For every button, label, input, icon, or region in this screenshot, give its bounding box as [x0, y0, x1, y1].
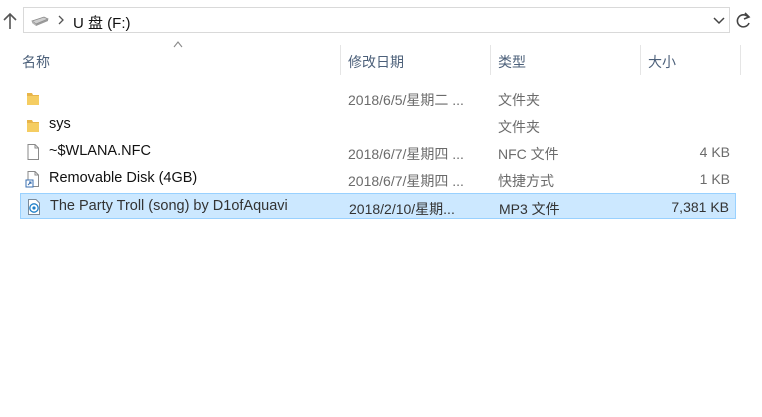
column-header-name-label: 名称	[22, 54, 50, 70]
address-path[interactable]: U 盘 (F:)	[73, 12, 131, 33]
file-icon	[27, 144, 39, 160]
file-date: 2018/6/7/星期四 ...	[348, 146, 464, 162]
file-name: The Party Troll (song) by D1ofAquavi	[50, 198, 288, 214]
column-header-size-label: 大小	[648, 54, 676, 70]
column-header-date-label: 修改日期	[348, 54, 404, 70]
file-row[interactable]: sys 文件夹	[20, 112, 736, 138]
column-header-date[interactable]: 修改日期	[341, 45, 491, 75]
file-type: NFC 文件	[498, 146, 559, 162]
column-header-type-label: 类型	[498, 54, 526, 70]
file-date: 2018/6/5/星期二 ...	[348, 92, 464, 108]
file-row-selected[interactable]: The Party Troll (song) by D1ofAquavi 201…	[20, 193, 736, 219]
audio-file-icon	[28, 199, 40, 215]
column-header-size[interactable]: 大小	[641, 45, 741, 75]
usb-drive-icon	[31, 16, 49, 26]
file-type: 文件夹	[498, 92, 540, 108]
column-header-type[interactable]: 类型	[491, 45, 641, 75]
file-row[interactable]: Removable Disk (4GB) 2018/6/7/星期四 ... 快捷…	[20, 166, 736, 192]
chevron-down-icon[interactable]	[712, 13, 726, 27]
file-row[interactable]: 2018/6/5/星期二 ... 文件夹	[20, 85, 736, 111]
file-name: ~$WLANA.NFC	[49, 143, 151, 159]
folder-icon	[27, 93, 39, 105]
file-date: 2018/2/10/星期...	[349, 201, 455, 217]
refresh-icon[interactable]	[733, 10, 753, 32]
arrow-up-icon[interactable]	[2, 11, 18, 31]
column-divider[interactable]	[740, 45, 741, 75]
column-header-name[interactable]: 名称	[20, 45, 341, 75]
file-row[interactable]: ~$WLANA.NFC 2018/6/7/星期四 ... NFC 文件 4 KB	[20, 139, 736, 165]
file-date: 2018/6/7/星期四 ...	[348, 173, 464, 189]
address-bar[interactable]: U 盘 (F:)	[23, 7, 730, 33]
file-name: Removable Disk (4GB)	[49, 170, 198, 186]
file-name: sys	[49, 116, 71, 132]
chevron-right-icon[interactable]	[55, 12, 67, 28]
file-type: 快捷方式	[498, 173, 554, 189]
file-size: 7,381 KB	[671, 199, 729, 215]
address-toolbar: U 盘 (F:)	[0, 0, 762, 42]
file-size: 1 KB	[699, 171, 730, 187]
shortcut-icon	[25, 171, 39, 188]
file-type: 文件夹	[498, 119, 540, 135]
folder-icon	[27, 120, 39, 132]
file-size: 4 KB	[699, 144, 730, 160]
file-type: MP3 文件	[499, 201, 560, 217]
